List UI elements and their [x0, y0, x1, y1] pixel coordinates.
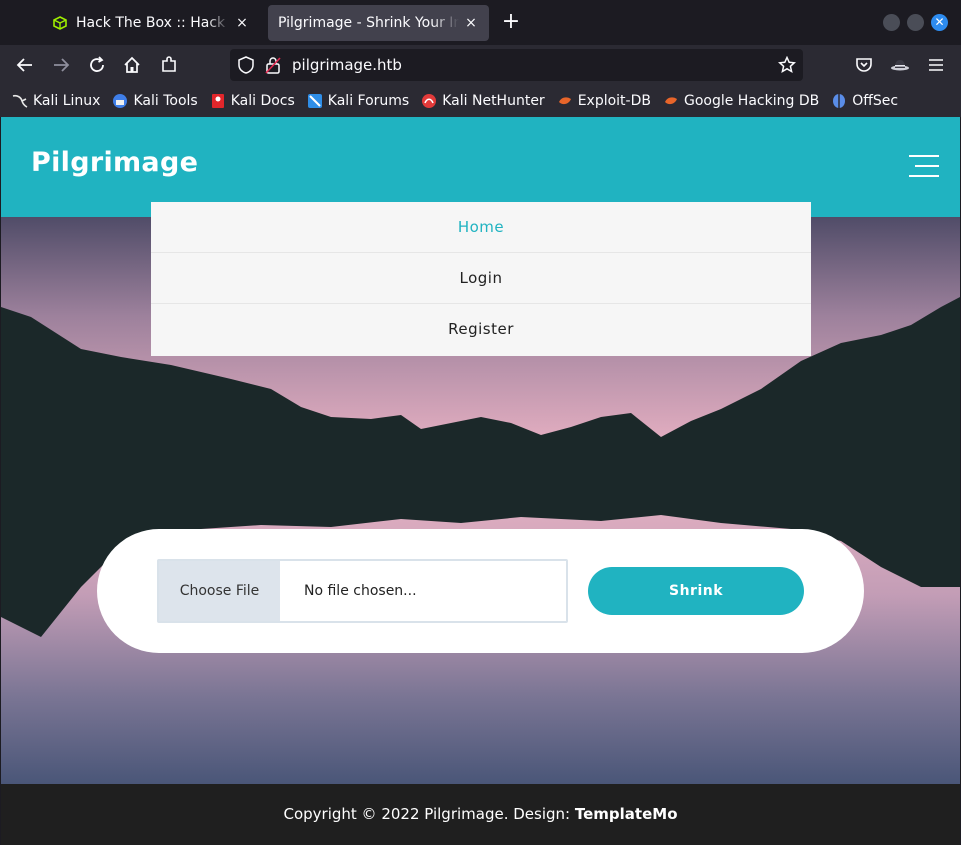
- site-footer: Copyright © 2022 Pilgrimage. Design: Tem…: [1, 784, 960, 845]
- offsec-icon: [831, 93, 847, 109]
- bookmark-label: Kali Linux: [33, 93, 101, 109]
- ghdb-icon: [663, 93, 679, 109]
- maximize-button[interactable]: [907, 14, 924, 31]
- bookmark-kali-nethunter[interactable]: Kali NetHunter: [421, 93, 545, 109]
- bookmarks-toolbar: Kali Linux Kali Tools Kali Docs Kali For…: [0, 85, 961, 117]
- footer-copyright: Copyright © 2022 Pilgrimage. Design:: [283, 805, 575, 823]
- bookmark-star-icon[interactable]: [775, 53, 799, 77]
- bookmark-label: Google Hacking DB: [683, 93, 820, 109]
- url-bar[interactable]: pilgrimage.htb: [230, 49, 803, 81]
- choose-file-button[interactable]: Choose File: [159, 561, 280, 621]
- forward-arrow-icon[interactable]: [49, 53, 73, 77]
- home-icon[interactable]: [120, 53, 144, 77]
- tab-title: Hack The Box :: Hack The Box: [76, 15, 230, 31]
- bookmark-offsec[interactable]: OffSec: [831, 93, 898, 109]
- close-window-button[interactable]: ✕: [931, 14, 948, 31]
- tab-close-icon[interactable]: ×: [234, 15, 250, 31]
- new-tab-button[interactable]: +: [498, 10, 524, 36]
- site-logo[interactable]: Pilgrimage: [31, 147, 198, 178]
- page-border: [0, 117, 1, 845]
- kali-dragon-icon: [12, 93, 28, 109]
- bookmark-kali-tools[interactable]: Kali Tools: [112, 93, 198, 109]
- pocket-icon[interactable]: [852, 53, 876, 77]
- bookmark-label: Exploit-DB: [577, 93, 651, 109]
- bookmark-label: Kali Docs: [230, 93, 295, 109]
- nav-dropdown-menu: Home Login Register: [151, 202, 811, 356]
- tab-title: Pilgrimage - Shrink Your Images: [278, 15, 459, 31]
- url-text: pilgrimage.htb: [292, 56, 402, 74]
- kali-forums-icon: [307, 93, 323, 109]
- bookmark-label: Kali Forums: [327, 93, 410, 109]
- back-arrow-icon[interactable]: [13, 53, 37, 77]
- web-page: Pilgrimage Home Login Register Choose Fi…: [1, 117, 960, 845]
- hamburger-menu-icon[interactable]: [924, 53, 948, 77]
- nav-toggle-icon[interactable]: [907, 155, 939, 181]
- footer-templatemo-link[interactable]: TemplateMo: [575, 805, 678, 823]
- nav-item-register[interactable]: Register: [151, 304, 811, 355]
- extensions-icon[interactable]: [157, 53, 181, 77]
- kali-docs-icon: [210, 93, 226, 109]
- tab-pilgrimage[interactable]: Pilgrimage - Shrink Your Images ×: [268, 5, 489, 41]
- bookmark-kali-forums[interactable]: Kali Forums: [307, 93, 409, 109]
- nethunter-icon: [421, 93, 437, 109]
- shield-icon[interactable]: [234, 53, 258, 77]
- file-input[interactable]: Choose File No file chosen...: [157, 559, 568, 623]
- tab-hack-the-box[interactable]: Hack The Box :: Hack The Box ×: [42, 5, 260, 41]
- exploitdb-icon: [557, 93, 573, 109]
- bookmark-google-hacking-db[interactable]: Google Hacking DB: [663, 93, 819, 109]
- bookmark-label: Kali Tools: [133, 93, 198, 109]
- bookmark-kali-docs[interactable]: Kali Docs: [210, 93, 295, 109]
- upload-form: Choose File No file chosen... Shrink: [97, 529, 864, 653]
- shrink-button[interactable]: Shrink: [588, 567, 804, 615]
- browser-nav-bar: pilgrimage.htb: [0, 45, 961, 85]
- bookmark-label: Kali NetHunter: [442, 93, 545, 109]
- bookmark-kali-linux[interactable]: Kali Linux: [12, 93, 100, 109]
- tab-close-icon[interactable]: ×: [463, 15, 479, 31]
- nav-item-home[interactable]: Home: [151, 202, 811, 253]
- browser-tab-bar: Hack The Box :: Hack The Box × Pilgrimag…: [0, 0, 961, 45]
- insecure-lock-icon[interactable]: [261, 53, 285, 77]
- bookmark-exploit-db[interactable]: Exploit-DB: [557, 93, 651, 109]
- file-name-placeholder: No file chosen...: [304, 583, 417, 599]
- nav-item-login[interactable]: Login: [151, 253, 811, 304]
- reload-icon[interactable]: [85, 53, 109, 77]
- htb-cube-icon: [52, 15, 68, 31]
- kali-tools-icon: [112, 93, 128, 109]
- minimize-button[interactable]: [883, 14, 900, 31]
- account-hat-icon[interactable]: [888, 53, 912, 77]
- bookmark-label: OffSec: [852, 93, 899, 109]
